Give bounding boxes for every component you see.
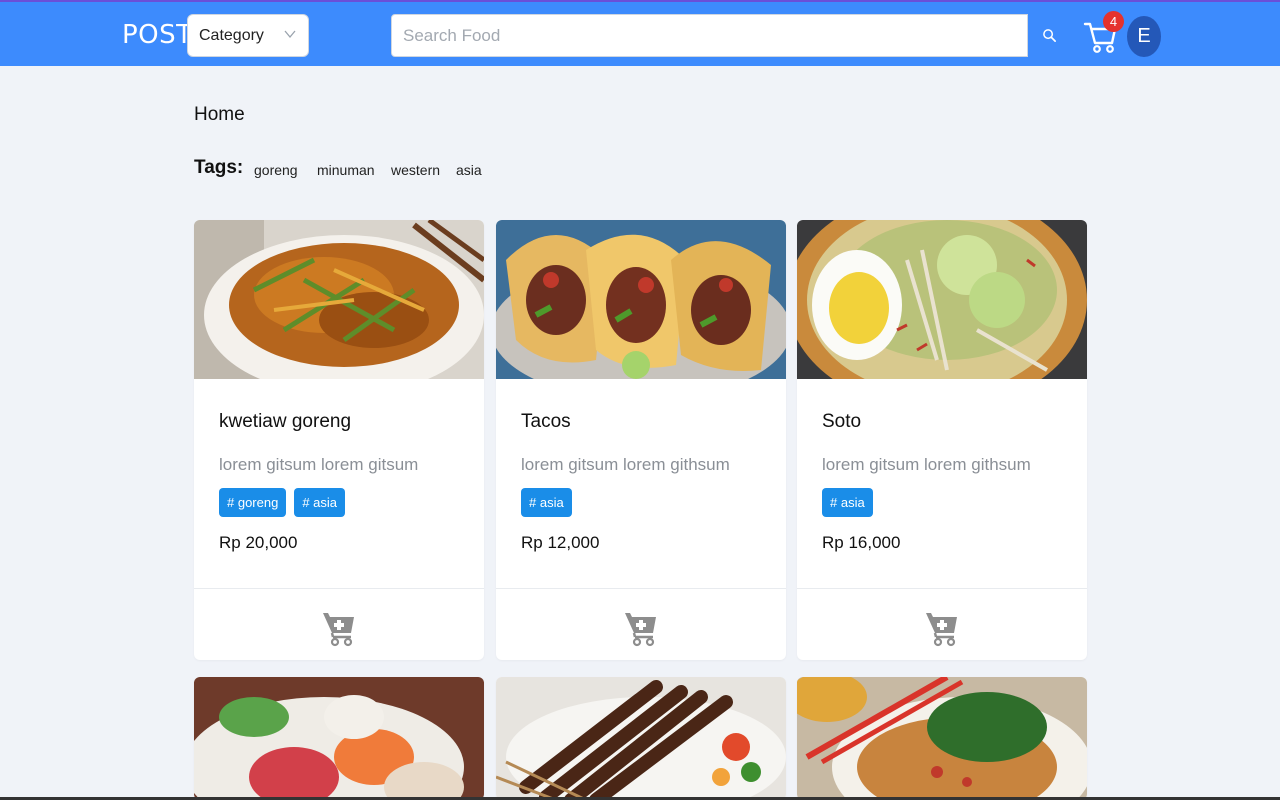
- product-description: lorem gitsum lorem gitsum: [219, 455, 419, 474]
- product-tags: # asia: [822, 488, 873, 517]
- top-navbar: POST Category 4 E: [0, 0, 1280, 66]
- tags-label: Tags:: [194, 157, 244, 178]
- search-input[interactable]: [392, 15, 1027, 56]
- category-dropdown-value: Category: [199, 26, 264, 44]
- search-icon: [1042, 29, 1056, 42]
- satay-image: [496, 677, 786, 800]
- fried-noodles-image: [194, 220, 484, 379]
- product-price: Rp 20,000: [219, 533, 298, 552]
- product-name: Tacos: [521, 411, 571, 432]
- search-button[interactable]: [1028, 14, 1070, 57]
- product-card: [496, 677, 786, 800]
- product-description: lorem gitsum lorem githsum: [521, 455, 730, 474]
- add-to-cart-icon[interactable]: [925, 607, 959, 647]
- add-to-cart-icon[interactable]: [624, 607, 658, 647]
- breadcrumb[interactable]: Home: [194, 104, 245, 126]
- cart-count-badge: 4: [1103, 11, 1124, 32]
- mie-ayam-image: [797, 677, 1087, 800]
- sashimi-image: [194, 677, 484, 800]
- add-to-cart-icon[interactable]: [322, 607, 356, 647]
- tag-filter-goreng[interactable]: goreng: [254, 162, 298, 178]
- product-tag-pill[interactable]: # asia: [294, 488, 346, 517]
- product-tag-pill[interactable]: # goreng: [219, 488, 287, 517]
- category-dropdown[interactable]: Category: [187, 14, 309, 57]
- product-tag-pill[interactable]: # asia: [822, 488, 873, 517]
- product-card: kwetiaw goreng lorem gitsum lorem gitsum…: [194, 220, 484, 660]
- chevron-down-icon: [284, 30, 296, 39]
- product-card: Tacos lorem gitsum lorem githsum # asia …: [496, 220, 786, 660]
- product-name: kwetiaw goreng: [219, 411, 352, 432]
- product-description: lorem gitsum lorem githsum: [822, 455, 1031, 474]
- product-card: Soto lorem gitsum lorem githsum # asia R…: [797, 220, 1087, 660]
- product-tags: # asia: [521, 488, 572, 517]
- product-name: Soto: [822, 411, 862, 432]
- product-tags: # goreng # asia: [219, 488, 346, 517]
- brand-logo[interactable]: POST: [122, 20, 193, 50]
- product-card: [194, 677, 484, 800]
- product-price: Rp 16,000: [822, 533, 901, 552]
- tacos-image: [496, 220, 786, 379]
- search-field: [391, 14, 1028, 57]
- user-avatar[interactable]: E: [1127, 16, 1161, 57]
- product-tag-pill[interactable]: # asia: [521, 488, 572, 517]
- tag-filter-minuman[interactable]: minuman: [317, 162, 375, 178]
- product-price: Rp 12,000: [521, 533, 600, 552]
- soto-soup-image: [797, 220, 1087, 379]
- tag-filter-asia[interactable]: asia: [456, 162, 482, 178]
- product-card: [797, 677, 1087, 800]
- tag-filter-western[interactable]: western: [391, 162, 440, 178]
